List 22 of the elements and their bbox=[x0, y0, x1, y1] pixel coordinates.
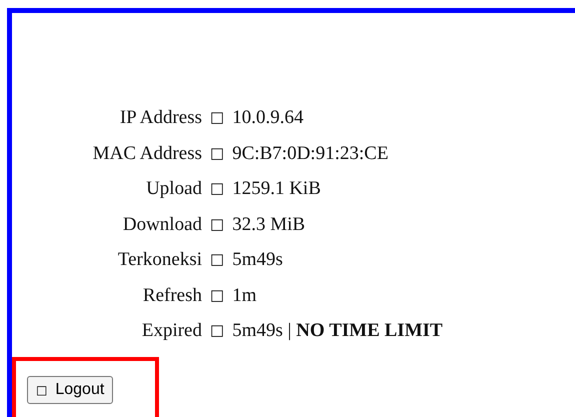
field-label: Refresh bbox=[142, 284, 202, 308]
field-label: Upload bbox=[145, 177, 202, 201]
field-value: 9C:B7:0D:91:23:CE bbox=[232, 142, 390, 166]
field-value: 1m bbox=[232, 284, 258, 308]
separator-glyph: □ bbox=[210, 320, 224, 341]
field-label: MAC Address bbox=[92, 142, 202, 166]
field-value: 32.3 MiB bbox=[232, 212, 306, 236]
logout-button[interactable]: □ Logout bbox=[27, 376, 114, 404]
separator-glyph: □ bbox=[210, 214, 224, 234]
field-value: 5m49s bbox=[232, 248, 284, 272]
field-label: Expired bbox=[140, 319, 202, 343]
separator-glyph: □ bbox=[210, 107, 224, 128]
separator-glyph: □ bbox=[210, 178, 224, 199]
field-label: IP Address bbox=[118, 106, 202, 130]
field-label: Terkoneksi bbox=[116, 248, 202, 272]
field-value: 5m49s | NO TIME LIMIT bbox=[232, 319, 444, 343]
separator-glyph: □ bbox=[210, 142, 224, 164]
field-label: Download bbox=[122, 212, 202, 236]
separator-glyph: □ bbox=[210, 284, 224, 306]
separator-glyph: □ bbox=[210, 249, 224, 270]
field-value: 10.0.9.64 bbox=[232, 106, 304, 130]
field-value: 1259.1 KiB bbox=[232, 177, 322, 201]
